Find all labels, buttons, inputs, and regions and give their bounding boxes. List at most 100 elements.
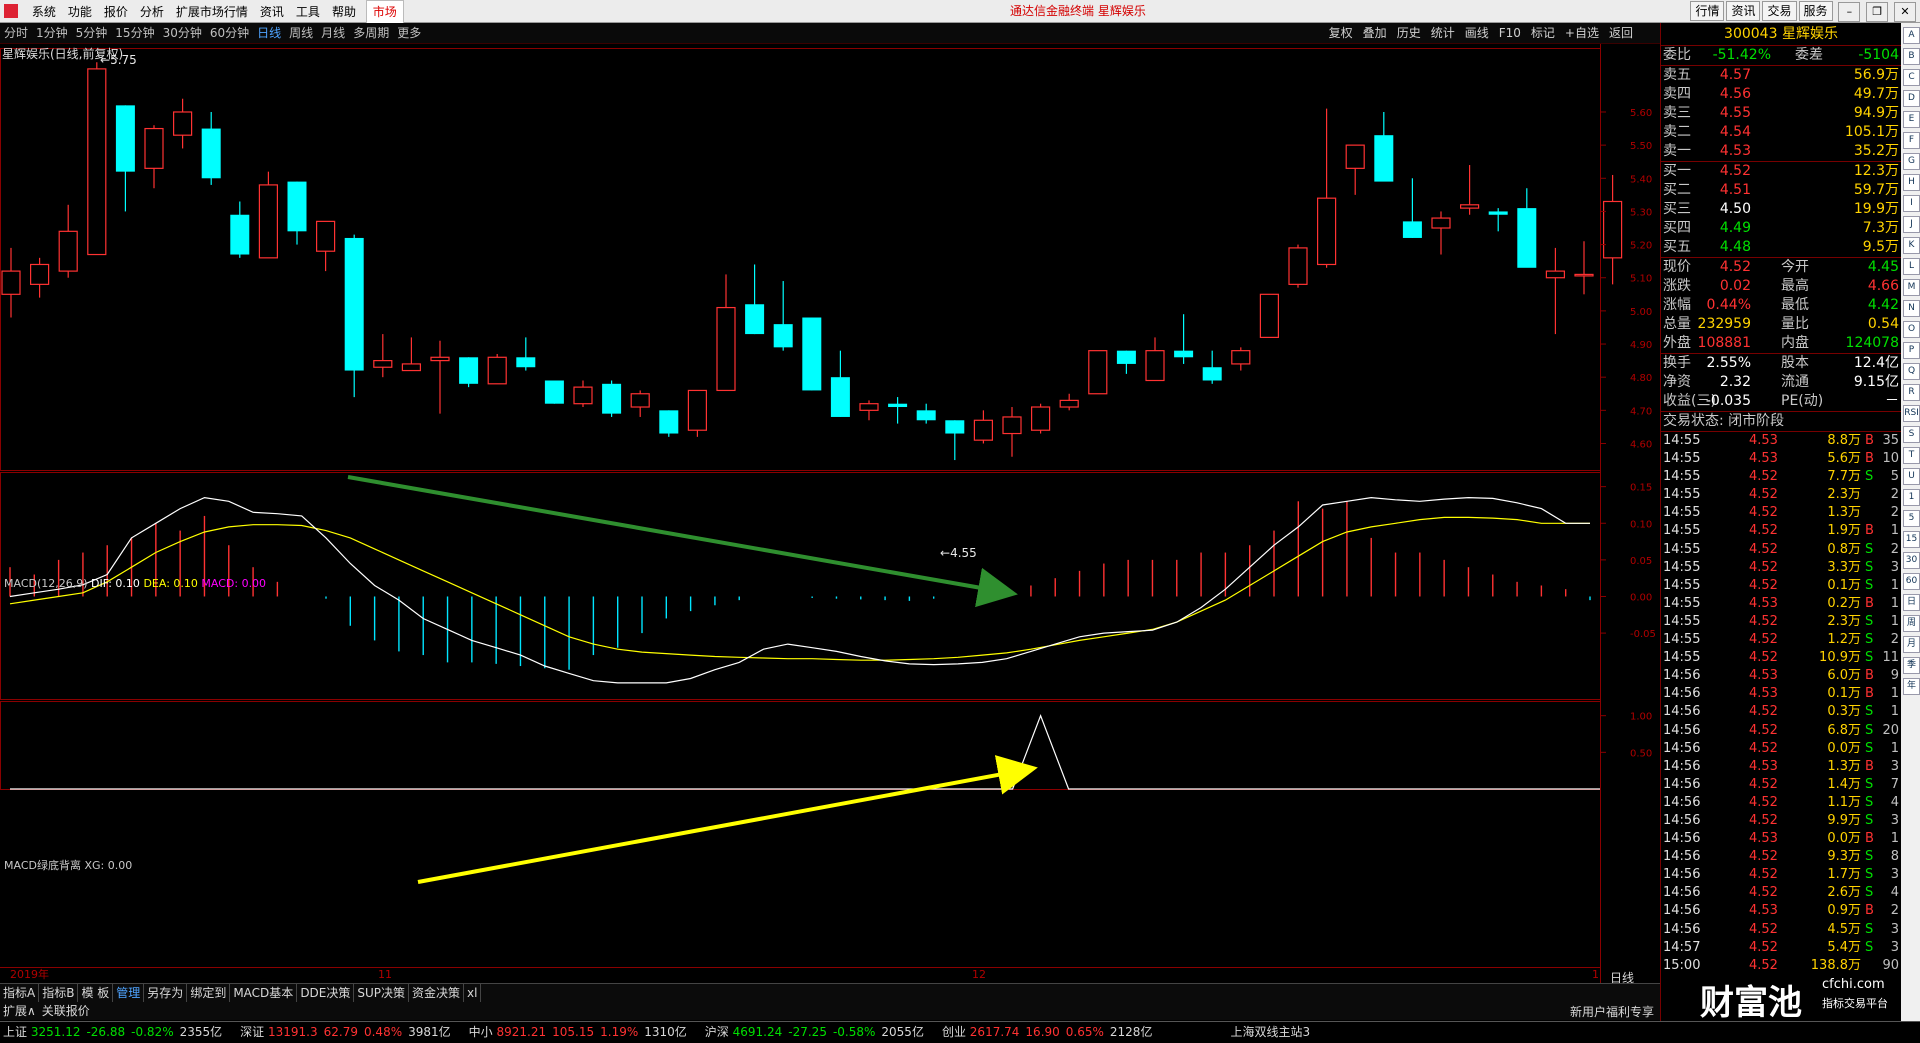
side-tool-icon[interactable]: H bbox=[1903, 174, 1920, 191]
extension-tab[interactable]: 扩展∧ bbox=[0, 1002, 39, 1020]
side-tool-icon[interactable]: 日 bbox=[1903, 594, 1920, 611]
menu-item[interactable]: 帮助 bbox=[326, 1, 362, 23]
period-tab[interactable]: 1分钟 bbox=[32, 23, 72, 43]
candle[interactable] bbox=[973, 410, 994, 444]
candle[interactable] bbox=[258, 171, 278, 259]
side-tool-icon[interactable]: L bbox=[1903, 258, 1920, 275]
candle[interactable] bbox=[1288, 244, 1308, 288]
close-icon[interactable]: ✕ bbox=[1894, 2, 1916, 22]
candle[interactable] bbox=[1459, 165, 1480, 215]
candle[interactable] bbox=[1488, 208, 1508, 232]
candle[interactable] bbox=[1517, 188, 1537, 268]
candle[interactable] bbox=[1145, 337, 1165, 382]
candle[interactable] bbox=[659, 410, 679, 437]
chart-tool-button[interactable]: 统计 bbox=[1426, 23, 1460, 43]
menu-item[interactable]: 工具 bbox=[290, 1, 326, 23]
candle[interactable] bbox=[544, 380, 564, 404]
side-tool-icon[interactable]: G bbox=[1903, 153, 1920, 170]
candle[interactable] bbox=[30, 257, 50, 298]
candle[interactable] bbox=[830, 350, 850, 417]
side-tool-icon[interactable]: 年 bbox=[1903, 678, 1920, 695]
candle[interactable] bbox=[630, 390, 650, 417]
period-tab[interactable]: 周线 bbox=[285, 23, 317, 43]
side-tool-icon[interactable]: 月 bbox=[1903, 636, 1920, 653]
period-tab[interactable]: 5分钟 bbox=[72, 23, 112, 43]
period-tab[interactable]: 分时 bbox=[0, 23, 32, 43]
candle[interactable] bbox=[459, 357, 479, 388]
period-tab[interactable]: 30分钟 bbox=[159, 23, 206, 43]
period-tab[interactable]: 15分钟 bbox=[111, 23, 158, 43]
side-tool-icon[interactable]: RSI bbox=[1903, 405, 1920, 422]
candle[interactable] bbox=[773, 281, 793, 351]
indicator-tab[interactable]: SUP决策 bbox=[354, 984, 410, 1002]
candle[interactable] bbox=[802, 317, 822, 391]
side-tool-icon[interactable]: 季 bbox=[1903, 657, 1920, 674]
menu-item[interactable]: 报价 bbox=[98, 1, 134, 23]
chart-tool-button[interactable]: 复权 bbox=[1324, 23, 1358, 43]
server-status[interactable]: 上海双线主站3 bbox=[1227, 1022, 1313, 1042]
candle[interactable] bbox=[344, 234, 364, 398]
candle[interactable] bbox=[1374, 111, 1394, 182]
side-tool-icon[interactable]: 15 bbox=[1903, 531, 1920, 548]
side-tool-icon[interactable]: E bbox=[1903, 111, 1920, 128]
candle[interactable] bbox=[1545, 247, 1566, 335]
menu-item[interactable]: 系统 bbox=[26, 1, 62, 23]
chart-tool-button[interactable]: F10 bbox=[1494, 23, 1526, 43]
chart-tool-button[interactable]: 标记 bbox=[1526, 23, 1560, 43]
candle[interactable] bbox=[916, 403, 936, 424]
candle[interactable] bbox=[1030, 403, 1051, 434]
side-tool-icon[interactable]: 1 bbox=[1903, 489, 1920, 506]
index-quote[interactable]: 深证 13191.3 62.79 0.48% 3981亿 bbox=[237, 1022, 466, 1042]
candle[interactable] bbox=[1345, 144, 1365, 195]
candle[interactable] bbox=[573, 380, 593, 408]
side-tool-icon[interactable]: 30 bbox=[1903, 552, 1920, 569]
candle[interactable] bbox=[1231, 347, 1251, 371]
side-tool-icon[interactable]: J bbox=[1903, 216, 1920, 233]
side-tool-icon[interactable]: R bbox=[1903, 384, 1920, 401]
candle[interactable] bbox=[1259, 293, 1280, 339]
side-tool-icon[interactable]: I bbox=[1903, 195, 1920, 212]
period-tab[interactable]: 月线 bbox=[317, 23, 349, 43]
candle[interactable] bbox=[401, 337, 421, 372]
candle[interactable] bbox=[87, 62, 107, 256]
side-tool-icon[interactable]: N bbox=[1903, 300, 1920, 317]
top-right-button[interactable]: 行情 bbox=[1690, 1, 1725, 21]
indicator-tab[interactable]: xl bbox=[464, 984, 482, 1002]
index-quote[interactable]: 中小 8921.21 105.15 1.19% 1310亿 bbox=[466, 1022, 702, 1042]
menu-market[interactable]: 市场 bbox=[365, 0, 404, 24]
candle[interactable] bbox=[716, 274, 736, 392]
candle[interactable] bbox=[1402, 178, 1422, 238]
candle[interactable] bbox=[1116, 350, 1136, 374]
indicator-tab[interactable]: MACD基本 bbox=[230, 984, 298, 1002]
candle[interactable] bbox=[1088, 350, 1108, 395]
candle[interactable] bbox=[173, 98, 193, 149]
candle[interactable] bbox=[888, 397, 908, 424]
period-tab[interactable]: 日线 bbox=[253, 23, 285, 43]
index-quote[interactable]: 创业 2617.74 16.90 0.65% 2128亿 bbox=[939, 1022, 1168, 1042]
candle[interactable] bbox=[430, 340, 450, 414]
index-quote[interactable]: 沪深 4691.24 -27.25 -0.58% 2055亿 bbox=[702, 1022, 939, 1042]
side-tool-icon[interactable]: 周 bbox=[1903, 615, 1920, 632]
side-tool-icon[interactable]: K bbox=[1903, 237, 1920, 254]
chart-tool-button[interactable]: 返回 bbox=[1604, 23, 1638, 43]
side-tool-icon[interactable]: T bbox=[1903, 447, 1920, 464]
candle[interactable] bbox=[1202, 350, 1222, 384]
candle[interactable] bbox=[1574, 241, 1594, 295]
side-tool-icon[interactable]: M bbox=[1903, 279, 1920, 296]
chart-tool-button[interactable]: 画线 bbox=[1460, 23, 1494, 43]
side-tool-icon[interactable]: 5 bbox=[1903, 510, 1920, 527]
index-quote[interactable]: 上证 3251.12 -26.88 -0.82% 2355亿 bbox=[0, 1022, 237, 1042]
period-tab[interactable]: 更多 bbox=[393, 23, 425, 43]
indicator-tab[interactable]: 绑定到 bbox=[187, 984, 231, 1002]
candle[interactable] bbox=[230, 201, 250, 258]
side-tool-icon[interactable]: P bbox=[1903, 342, 1920, 359]
kline-chart-area[interactable]: 5.60 5.50 5.40 5.30 5.20 5.10 5.00 4.90 4.80 4.70… bbox=[0, 44, 1660, 983]
side-tool-icon[interactable]: F bbox=[1903, 132, 1920, 149]
indicator-tab[interactable]: 资金决策 bbox=[409, 984, 465, 1002]
minimize-icon[interactable]: – bbox=[1838, 2, 1861, 22]
period-tab[interactable]: 60分钟 bbox=[206, 23, 253, 43]
candle[interactable] bbox=[487, 353, 507, 385]
top-right-button[interactable]: 交易 bbox=[1762, 1, 1797, 21]
period-tab[interactable]: 多周期 bbox=[349, 23, 393, 43]
candle[interactable] bbox=[58, 204, 78, 278]
